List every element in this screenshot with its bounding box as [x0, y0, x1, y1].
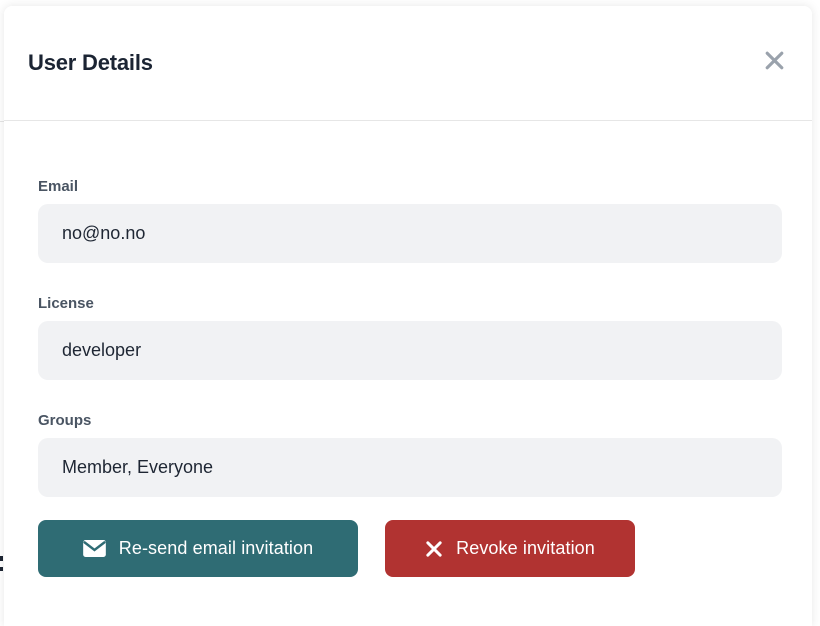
license-label: License	[38, 295, 782, 312]
revoke-button-label: Revoke invitation	[456, 538, 595, 559]
modal-actions: Re-send email invitation Revoke invitati…	[38, 520, 782, 577]
field-group-groups: Groups Member, Everyone	[38, 412, 782, 497]
close-icon	[762, 48, 787, 73]
resend-email-invitation-button[interactable]: Re-send email invitation	[38, 520, 358, 577]
email-label: Email	[38, 178, 782, 195]
email-value: no@no.no	[38, 204, 782, 263]
resend-button-label: Re-send email invitation	[119, 538, 314, 559]
modal-header: User Details	[4, 6, 812, 121]
license-value: developer	[38, 321, 782, 380]
groups-label: Groups	[38, 412, 782, 429]
background-text-fragment	[0, 567, 3, 571]
field-group-email: Email no@no.no	[38, 178, 782, 263]
x-icon	[425, 540, 443, 558]
user-details-modal: User Details Email no@no.no License deve…	[4, 6, 812, 626]
modal-body: Email no@no.no License developer Groups …	[4, 121, 812, 577]
envelope-icon	[83, 540, 106, 557]
close-button[interactable]	[754, 40, 794, 80]
background-text-fragment	[0, 556, 3, 561]
modal-title: User Details	[28, 50, 153, 76]
revoke-invitation-button[interactable]: Revoke invitation	[385, 520, 635, 577]
groups-value: Member, Everyone	[38, 438, 782, 497]
field-group-license: License developer	[38, 295, 782, 380]
